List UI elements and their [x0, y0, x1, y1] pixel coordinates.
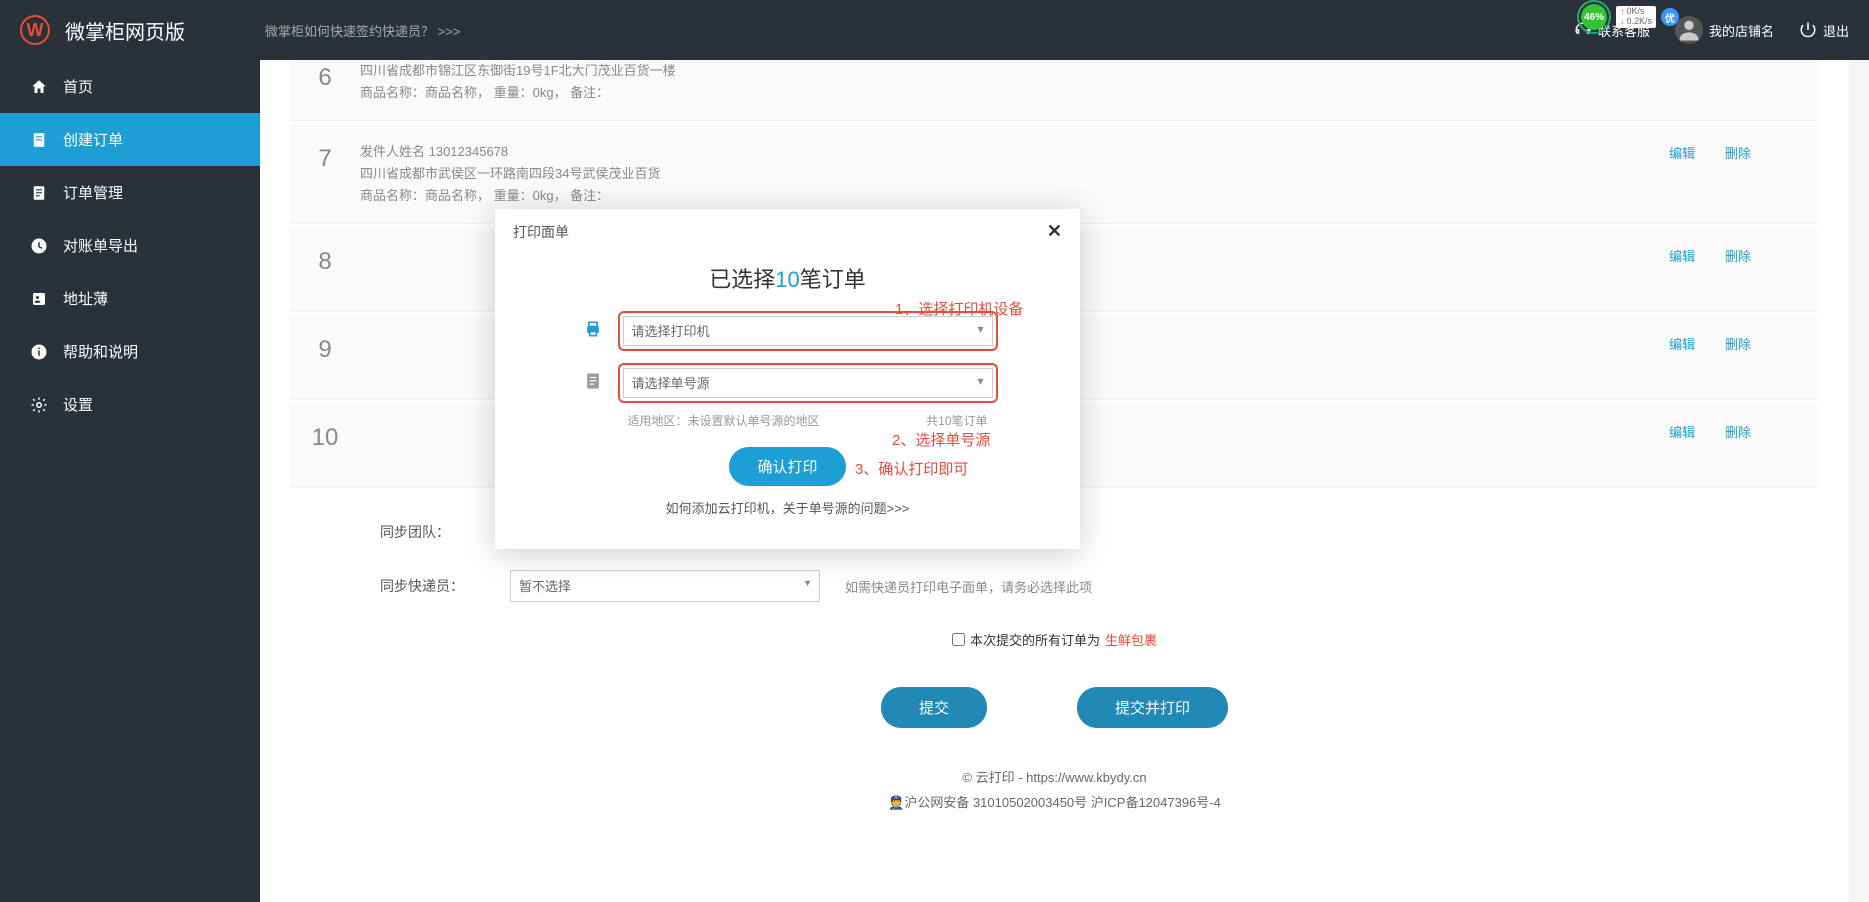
order-number: 6: [290, 60, 360, 104]
app-title: 微掌柜网页版: [65, 16, 185, 45]
sync-courier-label: 同步快递员：: [380, 576, 510, 596]
order-address: 四川省成都市武侯区一环路南四段34号武侯茂业百货: [360, 163, 1669, 185]
logout-label: 退出: [1823, 21, 1849, 40]
sidebar-item-label: 订单管理: [63, 182, 123, 203]
edit-link[interactable]: 编辑: [1669, 334, 1695, 383]
order-sender: 发件人姓名 13012345678: [360, 141, 1669, 163]
print-modal: 打印面单 ✕ 已选择10笔订单 请选择打印机 请选择单号源 适用地区：未: [495, 209, 1080, 549]
submit-print-button[interactable]: 提交并打印: [1077, 687, 1228, 728]
order-manage-icon: [30, 184, 48, 202]
fresh-red: 生鲜包裹: [1105, 630, 1157, 649]
courier-hint: 如需快递员打印电子面单，请务必选择此项: [845, 577, 1092, 596]
modal-title: 已选择10笔订单: [525, 262, 1050, 294]
total-hint: 共10笔订单: [926, 412, 987, 429]
sidebar-item-label: 对账单导出: [63, 235, 138, 256]
footer-line2: 👮沪公网安备 31010502003450号 沪ICP备12047396号-4: [380, 791, 1729, 816]
confirm-print-button[interactable]: 确认打印: [729, 447, 845, 486]
order-address: 四川省成都市锦江区东御街19号1F北大门茂业百货一楼: [360, 60, 1669, 82]
printer-icon: [583, 319, 603, 344]
modal-title-small: 打印面单: [513, 222, 569, 242]
order-info: 四川省成都市锦江区东御街19号1F北大门茂业百货一楼 商品名称：商品名称， 重量…: [360, 60, 1669, 104]
logo-icon: W: [20, 15, 50, 45]
order-number: 7: [290, 141, 360, 207]
info-icon: [30, 343, 48, 361]
source-field: 请选择单号源: [525, 368, 1050, 398]
fresh-checkbox-label[interactable]: 本次提交的所有订单为生鲜包裹: [952, 630, 1157, 649]
close-icon[interactable]: ✕: [1047, 221, 1062, 242]
modal-header: 打印面单 ✕: [495, 209, 1080, 254]
edit-link[interactable]: 编辑: [1669, 143, 1695, 207]
export-icon: [30, 237, 48, 255]
sidebar-item-address[interactable]: 地址薄: [0, 272, 260, 325]
sidebar-item-label: 设置: [63, 394, 93, 415]
modal-sub-info: 适用地区：未设置默认单号源的地区 共10笔订单: [588, 412, 988, 429]
order-count: 10: [775, 267, 799, 292]
sidebar-item-label: 首页: [63, 76, 93, 97]
fresh-checkbox[interactable]: [952, 633, 965, 646]
order-info: 发件人姓名 13012345678 四川省成都市武侯区一环路南四段34号武侯茂业…: [360, 141, 1669, 207]
footer: © 云打印 - https://www.kbydy.cn 👮沪公网安备 3101…: [380, 766, 1729, 825]
order-number: 9: [290, 332, 360, 383]
fresh-prefix: 本次提交的所有订单为: [970, 630, 1100, 649]
annotation-3: 3、确认打印即可: [855, 458, 968, 479]
sync-courier-row: 同步快递员： 暂不选择 如需快递员打印电子面单，请务必选择此项: [380, 570, 1729, 602]
region-hint: 适用地区：未设置默认单号源的地区: [628, 412, 820, 429]
courier-select[interactable]: 暂不选择: [510, 570, 820, 602]
sidebar-item-order-manage[interactable]: 订单管理: [0, 166, 260, 219]
power-icon: [1799, 21, 1817, 39]
modal-body: 已选择10笔订单 请选择打印机 请选择单号源 适用地区：未设置默认单号源的地区 …: [495, 254, 1080, 537]
sidebar-item-create-order[interactable]: 创建订单: [0, 113, 260, 166]
home-icon: [30, 78, 48, 96]
button-row: 提交 提交并打印: [380, 687, 1729, 728]
submit-button[interactable]: 提交: [881, 687, 987, 728]
net-percent-badge: 46%: [1577, 0, 1611, 34]
my-shop[interactable]: 我的店铺名: [1675, 16, 1774, 44]
order-number: 10: [290, 420, 360, 471]
order-number: 8: [290, 244, 360, 295]
sidebar: 首页 创建订单 订单管理 对账单导出 地址薄 帮助和说明 设置: [0, 60, 260, 902]
address-book-icon: [30, 290, 48, 308]
edit-link[interactable]: 编辑: [1669, 246, 1695, 295]
header-help-link[interactable]: 微掌柜如何快速签约快递员？ >>>: [265, 21, 460, 40]
annotation-1: 1、选择打印机设备: [895, 298, 1023, 319]
printer-field: 请选择打印机: [525, 316, 1050, 346]
sidebar-item-label: 创建订单: [63, 129, 123, 150]
fresh-checkbox-row: 本次提交的所有订单为生鲜包裹: [380, 630, 1729, 649]
optimize-icon[interactable]: 优: [1661, 8, 1679, 26]
sidebar-item-home[interactable]: 首页: [0, 60, 260, 113]
document-icon: [583, 371, 603, 396]
shop-label: 我的店铺名: [1709, 21, 1774, 40]
edit-link[interactable]: 编辑: [1669, 422, 1695, 471]
printer-select[interactable]: 请选择打印机: [624, 317, 992, 345]
emblem-icon: 👮: [888, 795, 904, 810]
footer-line1: © 云打印 - https://www.kbydy.cn: [380, 766, 1729, 791]
gear-icon: [30, 396, 48, 414]
net-down: 0.2K/s: [1620, 17, 1652, 27]
sidebar-item-settings[interactable]: 设置: [0, 378, 260, 431]
delete-link[interactable]: 删除: [1725, 246, 1751, 295]
network-widget: 46% 0K/s 0.2K/s 优: [1577, 0, 1679, 34]
order-detail: 商品名称：商品名称， 重量：0kg， 备注：: [360, 185, 1669, 207]
delete-link[interactable]: 删除: [1725, 334, 1751, 383]
sidebar-item-label: 地址薄: [63, 288, 108, 309]
delete-link[interactable]: 删除: [1725, 143, 1751, 207]
annotation-2: 2、选择单号源: [892, 429, 990, 450]
top-header: W 微掌柜网页版 微掌柜如何快速签约快递员？ >>> 46% 0K/s 0.2K…: [0, 0, 1869, 60]
sync-team-label: 同步团队：: [380, 522, 510, 542]
logout-button[interactable]: 退出: [1799, 21, 1849, 40]
modal-help-link[interactable]: 如何添加云打印机，关于单号源的问题>>>: [525, 498, 1050, 517]
delete-link[interactable]: 删除: [1725, 422, 1751, 471]
sidebar-item-export[interactable]: 对账单导出: [0, 219, 260, 272]
avatar-icon: [1675, 16, 1703, 44]
source-select[interactable]: 请选择单号源: [624, 369, 992, 397]
sidebar-item-label: 帮助和说明: [63, 341, 138, 362]
sidebar-item-help[interactable]: 帮助和说明: [0, 325, 260, 378]
net-speeds: 0K/s 0.2K/s: [1616, 6, 1656, 28]
create-order-icon: [30, 131, 48, 149]
order-row: 6 四川省成都市锦江区东御街19号1F北大门茂业百货一楼 商品名称：商品名称， …: [290, 60, 1819, 121]
order-detail: 商品名称：商品名称， 重量：0kg， 备注：: [360, 82, 1669, 104]
